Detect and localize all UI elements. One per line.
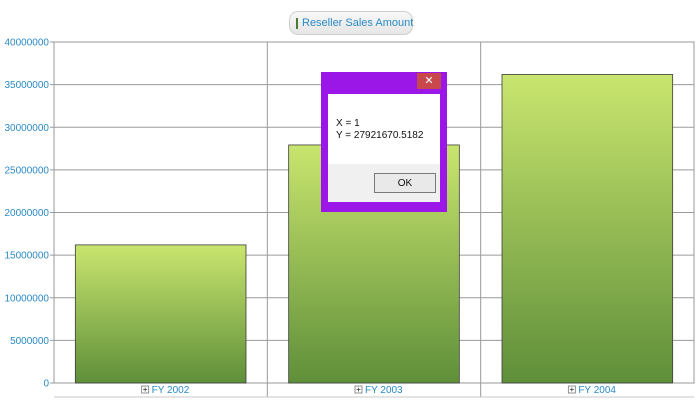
dialog-line-y: Y = 27921670.5182 <box>336 130 424 141</box>
y-tick-label: 25000000 <box>5 165 50 176</box>
y-tick-label: 5000000 <box>10 336 49 347</box>
dialog-message: X = 1 Y = 27921670.5182 <box>336 118 423 142</box>
ok-button[interactable]: OK <box>374 173 436 193</box>
y-tick-label: 30000000 <box>5 123 50 134</box>
close-icon[interactable]: ✕ <box>417 73 441 89</box>
y-tick-label: 0 <box>43 379 49 390</box>
x-axis: FY 2002 FY 2003 FY 2004 <box>141 385 616 396</box>
x-tick-label: FY 2002 <box>152 385 190 396</box>
y-tick-label: 35000000 <box>5 80 50 91</box>
category-label-group: FY 2004 <box>567 385 616 396</box>
y-tick-label: 40000000 <box>5 38 50 49</box>
y-axis: 0 5000000 10000000 15000000 20000000 25000000… <box>5 38 54 390</box>
y-tick-label: 20000000 <box>5 208 50 219</box>
message-dialog: ✕ X = 1 Y = 27921670.5182 OK <box>321 72 447 212</box>
x-tick-label: FY 2004 <box>578 385 616 396</box>
x-tick-label: FY 2003 <box>365 385 403 396</box>
category-label-group: FY 2002 <box>141 385 190 396</box>
y-tick-label: 10000000 <box>5 293 50 304</box>
dialog-footer: OK <box>328 164 440 202</box>
category-label-group: FY 2003 <box>354 385 403 396</box>
dialog-line-x: X = 1 <box>336 118 360 129</box>
bar <box>501 73 674 384</box>
bar <box>74 244 247 384</box>
dialog-body: X = 1 Y = 27921670.5182 <box>328 94 440 164</box>
y-tick-label: 15000000 <box>5 251 50 262</box>
